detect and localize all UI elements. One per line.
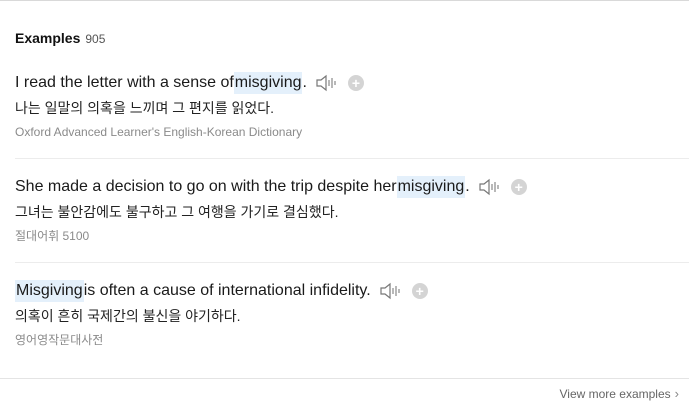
sentence-text: She made a decision to go on with the tr…: [15, 178, 397, 195]
examples-header: Examples 905: [15, 30, 105, 46]
section-title: Examples: [15, 30, 81, 46]
speaker-icon[interactable]: [379, 281, 403, 301]
highlighted-word: misgiving: [396, 176, 466, 198]
divider: [15, 262, 689, 263]
sentence-text: I read the letter with a sense of: [15, 74, 234, 91]
example-translation: 그녀는 불안감에도 불구하고 그 여행을 가기로 결심했다.: [15, 204, 339, 220]
top-divider: [0, 0, 689, 1]
example-translation: 나는 일말의 의혹을 느끼며 그 편지를 읽었다.: [15, 100, 275, 116]
sentence-text: is often a cause of international infide…: [83, 282, 371, 299]
speaker-icon[interactable]: [315, 73, 339, 93]
example-sentence: She made a decision to go on with the tr…: [15, 176, 689, 198]
view-more-link[interactable]: View more examples ›: [559, 386, 679, 401]
example-item: I read the letter with a sense of misgiv…: [15, 72, 689, 140]
example-item: She made a decision to go on with the tr…: [15, 176, 689, 244]
example-sentence: I read the letter with a sense of misgiv…: [15, 72, 689, 94]
example-source[interactable]: 영어영작문대사전: [15, 332, 689, 348]
divider: [15, 158, 689, 159]
add-to-wordbook-icon[interactable]: +: [411, 283, 428, 299]
add-to-wordbook-icon[interactable]: +: [347, 75, 364, 91]
example-sentence: Misgiving is often a cause of internatio…: [15, 280, 689, 302]
example-item: Misgiving is often a cause of internatio…: [15, 280, 689, 348]
examples-count: 905: [85, 32, 106, 46]
chevron-right-icon: ›: [674, 386, 679, 401]
highlighted-word: misgiving: [233, 72, 303, 94]
speaker-icon[interactable]: [478, 177, 502, 197]
footer-divider: [0, 378, 689, 379]
highlighted-word: Misgiving: [15, 280, 84, 302]
sentence-text: .: [465, 178, 470, 195]
view-more-label: View more examples: [559, 386, 671, 401]
sentence-text: .: [302, 74, 307, 91]
example-translation: 의혹이 흔히 국제간의 불신을 야기하다.: [15, 308, 241, 324]
example-source[interactable]: 절대어휘 5100: [15, 228, 689, 244]
example-source[interactable]: Oxford Advanced Learner's English-Korean…: [15, 124, 689, 140]
add-to-wordbook-icon[interactable]: +: [510, 179, 527, 195]
